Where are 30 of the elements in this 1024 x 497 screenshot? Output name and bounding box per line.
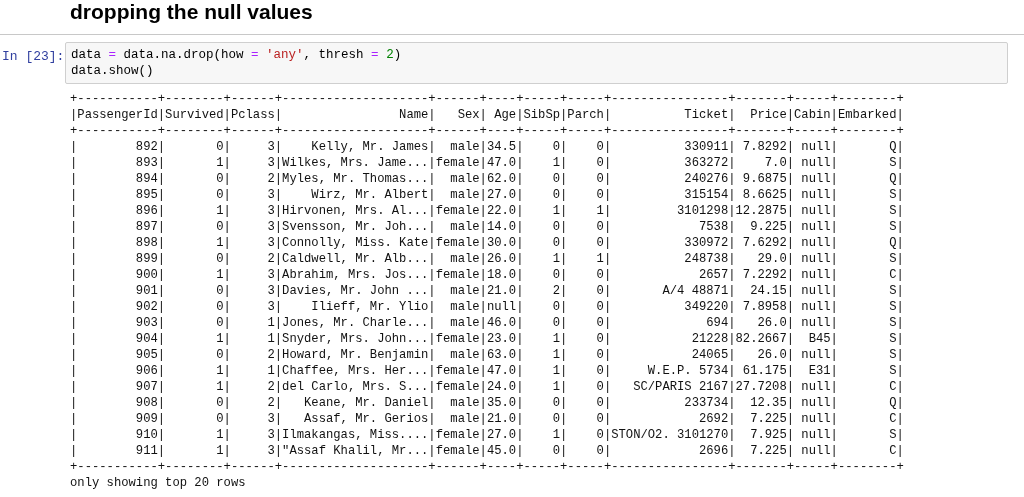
output-line: | 901| 0| 3|Davies, Mr. John ...| male|21.0| 2| 0| A/4 48871| 24.15| null| S| xyxy=(70,283,904,299)
code-cell[interactable]: data = data.na.drop(how = 'any', thresh = 2) data.show() xyxy=(65,42,1008,84)
output-line: | 908| 0| 2| Keane, Mr. Daniel| male|35.0| 0| 0| 233734| 12.35| null| Q| xyxy=(70,395,904,411)
output-line: only showing top 20 rows xyxy=(70,475,246,491)
output-line: | 892| 0| 3| Kelly, Mr. James| male|34.5| 0| 0| 330911| 7.8292| null| Q| xyxy=(70,139,904,155)
output-line: | 906| 1| 1|Chaffee, Mrs. Her...|female|47.0| 1| 0| W.E.P. 5734| 61.175| E31| S| xyxy=(70,363,904,379)
output-line: | 894| 0| 2|Myles, Mr. Thomas...| male|62.0| 0| 0| 240276| 9.6875| null| Q| xyxy=(70,171,904,187)
output-line: +-----------+--------+------+--------------------+------+----+-----+-----+----------------+-------+-----+--------+ xyxy=(70,459,904,475)
output-line: | 893| 1| 3|Wilkes, Mrs. Jame...|female|47.0| 1| 0| 363272| 7.0| null| S| xyxy=(70,155,904,171)
output-line: | 895| 0| 3| Wirz, Mr. Albert| male|27.0| 0| 0| 315154| 8.6625| null| S| xyxy=(70,187,904,203)
output-line: +-----------+--------+------+--------------------+------+----+-----+-----+----------------+-------+-----+--------+ xyxy=(70,123,904,139)
output-line: | 898| 1| 3|Connolly, Miss. Kate|female|30.0| 0| 0| 330972| 7.6292| null| Q| xyxy=(70,235,904,251)
output-line: | 904| 1| 1|Snyder, Mrs. John...|female|23.0| 1| 0| 21228|82.2667| B45| S| xyxy=(70,331,904,347)
input-prompt: In [23]: xyxy=(1,48,65,66)
output-line: | 899| 0| 2|Caldwell, Mr. Alb...| male|26.0| 1| 1| 248738| 29.0| null| S| xyxy=(70,251,904,267)
output-line: | 910| 1| 3|Ilmakangas, Miss....|female|27.0| 1| 0|STON/O2. 3101270| 7.925| null| S| xyxy=(70,427,904,443)
output-line: +-----------+--------+------+--------------------+------+----+-----+-----+----------------+-------+-----+--------+ xyxy=(70,91,904,107)
output-line: | 903| 0| 1|Jones, Mr. Charle...| male|46.0| 0| 0| 694| 26.0| null| S| xyxy=(70,315,904,331)
output-line: |PassengerId|Survived|Pclass| Name| Sex| Age|SibSp|Parch| Ticket| Price|Cabin|Embarked| xyxy=(70,107,904,123)
output-line: | 900| 1| 3|Abrahim, Mrs. Jos...|female|18.0| 0| 0| 2657| 7.2292| null| C| xyxy=(70,267,904,283)
output-line: | 905| 0| 2|Howard, Mr. Benjamin| male|63.0| 1| 0| 24065| 26.0| null| S| xyxy=(70,347,904,363)
output-line: | 902| 0| 3| Ilieff, Mr. Ylio| male|null| 0| 0| 349220| 7.8958| null| S| xyxy=(70,299,904,315)
section-heading: dropping the null values xyxy=(70,0,313,24)
code-line: data = data.na.drop(how = 'any', thresh = 2) xyxy=(71,47,402,63)
output-line: | 896| 1| 3|Hirvonen, Mrs. Al...|female|22.0| 1| 1| 3101298|12.2875| null| S| xyxy=(70,203,904,219)
code-line: data.show() xyxy=(71,63,154,79)
output-line: | 911| 1| 3|"Assaf Khalil, Mr...|female|45.0| 0| 0| 2696| 7.225| null| C| xyxy=(70,443,904,459)
output-line: | 907| 1| 2|del Carlo, Mrs. S...|female|24.0| 1| 0| SC/PARIS 2167|27.7208| null| C| xyxy=(70,379,904,395)
output-line: | 909| 0| 3| Assaf, Mr. Gerios| male|21.0| 0| 0| 2692| 7.225| null| C| xyxy=(70,411,904,427)
output-line: | 897| 0| 3|Svensson, Mr. Joh...| male|14.0| 0| 0| 7538| 9.225| null| S| xyxy=(70,219,904,235)
